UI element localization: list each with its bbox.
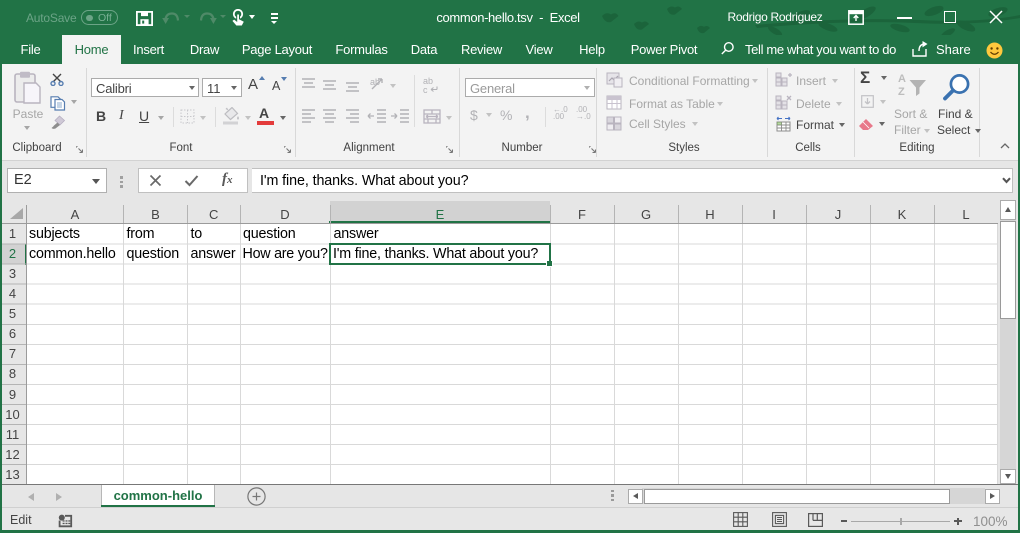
svg-text:Z: Z [898, 86, 905, 96]
svg-text:c: c [423, 85, 428, 94]
svg-text:ab: ab [370, 77, 380, 87]
svg-text:A: A [898, 73, 906, 85]
